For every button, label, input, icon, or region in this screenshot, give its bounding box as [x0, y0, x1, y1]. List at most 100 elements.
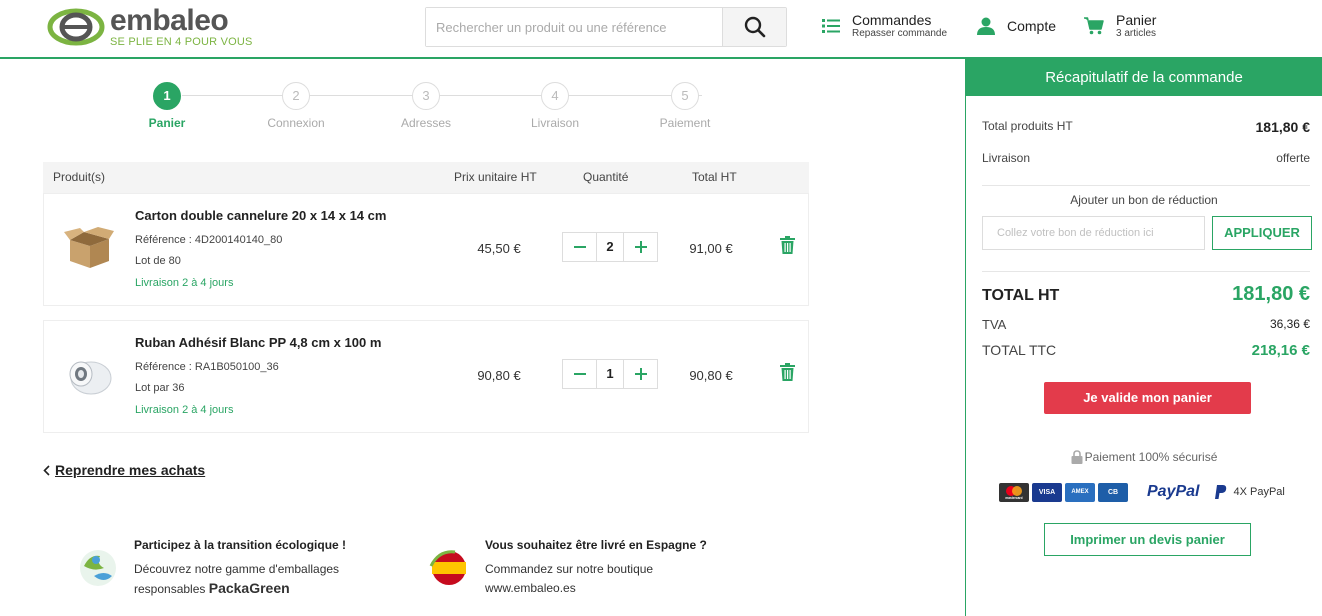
total-ttc-line: TOTAL TTC 218,16 €: [982, 342, 1310, 359]
promo-title: Ajouter un bon de réduction: [1070, 193, 1218, 207]
step-label: Panier: [148, 116, 186, 130]
step-cart[interactable]: 1 Panier: [122, 82, 212, 130]
step-label: Livraison: [530, 116, 580, 130]
visa-icon: VISA: [1032, 482, 1062, 502]
header-unit-price: Prix unitaire HT: [454, 170, 537, 184]
continue-shopping-label: Reprendre mes achats: [55, 462, 206, 478]
mastercard-text: mastercard: [1005, 496, 1022, 500]
step-delivery: 4 Livraison: [510, 82, 600, 130]
continue-shopping-link[interactable]: Reprendre mes achats: [43, 462, 205, 478]
secure-payment-text: Paiement 100% sécurisé: [1084, 450, 1218, 464]
eco-globe-icon: [80, 550, 116, 586]
step-number: 1: [153, 82, 181, 110]
row-total: 91,00 €: [689, 241, 733, 256]
eco-promo-line1: Découvrez notre gamme d'emballages: [134, 562, 340, 576]
plus-icon: [634, 368, 647, 380]
cart-link[interactable]: Panier 3 articles: [1084, 12, 1156, 40]
spain-promo-text: Commandez sur notre boutique www.embaleo…: [485, 560, 653, 598]
header-quantity: Quantité: [583, 170, 629, 184]
products-total-line: Total produits HT 181,80 €: [982, 119, 1310, 135]
product-name[interactable]: Ruban Adhésif Blanc PP 4,8 cm x 100 m: [135, 335, 381, 350]
decrease-button[interactable]: [563, 233, 596, 261]
minus-icon: [573, 373, 586, 375]
orders-subtitle: Repasser commande: [852, 28, 948, 39]
brand-name: embaleo: [110, 4, 229, 37]
divider: [982, 185, 1310, 186]
packagreen-part-a: Packa: [208, 580, 250, 596]
promo-code-input[interactable]: [982, 216, 1205, 250]
minus-icon: [573, 246, 586, 248]
packagreen-logo: PackaGreen: [209, 580, 290, 596]
increase-button[interactable]: [624, 233, 657, 261]
summary-title: Récapitulatif de la commande: [966, 59, 1322, 96]
orders-title: Commandes: [852, 12, 932, 28]
total-ht-line: TOTAL HT 181,80 €: [982, 283, 1310, 306]
delete-button[interactable]: [780, 363, 795, 384]
packagreen-part-b: Green: [249, 580, 290, 596]
total-ht-value: 181,80 €: [1232, 283, 1310, 305]
account-title: Compte: [1007, 18, 1057, 34]
list-icon: [822, 18, 840, 34]
lock-icon: [1071, 450, 1083, 464]
spain-promo-line1: Commandez sur notre boutique: [485, 562, 654, 576]
cart-table-header: Produit(s) Prix unitaire HT Quantité Tot…: [43, 162, 809, 193]
quantity-stepper: 1: [562, 359, 658, 389]
products-total-label: Total produits HT: [982, 119, 1073, 133]
product-delivery: Livraison 2 à 4 jours: [135, 404, 234, 416]
validate-cart-button[interactable]: Je valide mon panier: [1044, 382, 1251, 414]
table-row: Ruban Adhésif Blanc PP 4,8 cm x 100 m Ré…: [43, 320, 809, 433]
product-lot: Lot de 80: [135, 255, 181, 267]
spain-promo-url[interactable]: www.embaleo.es: [485, 581, 576, 595]
site-header: embaleo SE PLIE EN 4 POUR VOUS Commandes…: [0, 0, 1322, 59]
payment-methods: mastercard VISA AMEX CB PayPal 4X PayPal: [999, 482, 1285, 502]
table-row: Carton double cannelure 20 x 14 x 14 cm …: [43, 193, 809, 306]
paypal-4x-label: 4X PayPal: [1233, 486, 1285, 498]
unit-price: 45,50 €: [477, 241, 521, 256]
delete-button[interactable]: [780, 236, 795, 257]
product-reference: Référence : 4D200140140_80: [135, 234, 283, 246]
total-ht-label: TOTAL HT: [982, 287, 1060, 304]
checkout-steps: 1 Panier 2 Connexion 3 Adresses 4 Livrai…: [120, 82, 770, 132]
product-name[interactable]: Carton double cannelure 20 x 14 x 14 cm: [135, 208, 386, 223]
secure-payment-note: Paiement 100% sécurisé: [966, 450, 1322, 464]
account-link[interactable]: Compte: [977, 17, 1056, 35]
spain-promo-title: Vous souhaitez être livré en Espagne ?: [485, 538, 707, 552]
product-delivery: Livraison 2 à 4 jours: [135, 277, 234, 289]
eco-promo-line2: responsables: [134, 582, 206, 596]
total-ttc-label: TOTAL TTC: [982, 342, 1057, 358]
search-input[interactable]: [426, 8, 722, 46]
quantity-stepper: 2: [562, 232, 658, 262]
tva-value: 36,36 €: [1269, 317, 1310, 331]
eco-promo-text: Découvrez notre gamme d'emballages respo…: [134, 560, 339, 599]
step-label: Adresses: [400, 116, 452, 130]
tva-line: TVA 36,36 €: [982, 317, 1310, 332]
tape-roll-image: [69, 361, 112, 395]
order-summary: Récapitulatif de la commande Total produ…: [965, 59, 1322, 616]
divider: [982, 271, 1310, 272]
trash-icon: [780, 363, 795, 381]
print-quote-button[interactable]: Imprimer un devis panier: [1044, 523, 1251, 556]
cart-count: 3 articles: [1116, 28, 1157, 39]
product-reference: Référence : RA1B050100_36: [135, 361, 279, 373]
quantity-value[interactable]: 2: [596, 233, 624, 261]
quantity-value[interactable]: 1: [596, 360, 624, 388]
increase-button[interactable]: [624, 360, 657, 388]
mastercard-icon: mastercard: [999, 482, 1029, 502]
orders-link[interactable]: Commandes Repasser commande: [822, 12, 947, 40]
total-ttc-value: 218,16 €: [1251, 342, 1310, 359]
search-button[interactable]: [722, 8, 786, 46]
step-number: 4: [541, 82, 569, 110]
embaleo-logo[interactable]: embaleo SE PLIE EN 4 POUR VOUS: [46, 4, 256, 50]
plus-icon: [634, 241, 647, 253]
trash-icon: [780, 236, 795, 254]
brand-tagline: SE PLIE EN 4 POUR VOUS: [110, 36, 253, 48]
step-addresses: 3 Adresses: [381, 82, 471, 130]
logo-swoosh-icon: [47, 8, 105, 46]
decrease-button[interactable]: [563, 360, 596, 388]
paypal-logo: PayPal: [1147, 483, 1200, 500]
chevron-left-icon: [43, 464, 50, 476]
header-product: Produit(s): [53, 170, 106, 184]
apply-promo-button[interactable]: APPLIQUER: [1212, 216, 1312, 250]
tva-label: TVA: [982, 317, 1007, 332]
product-lot: Lot par 36: [135, 382, 185, 394]
